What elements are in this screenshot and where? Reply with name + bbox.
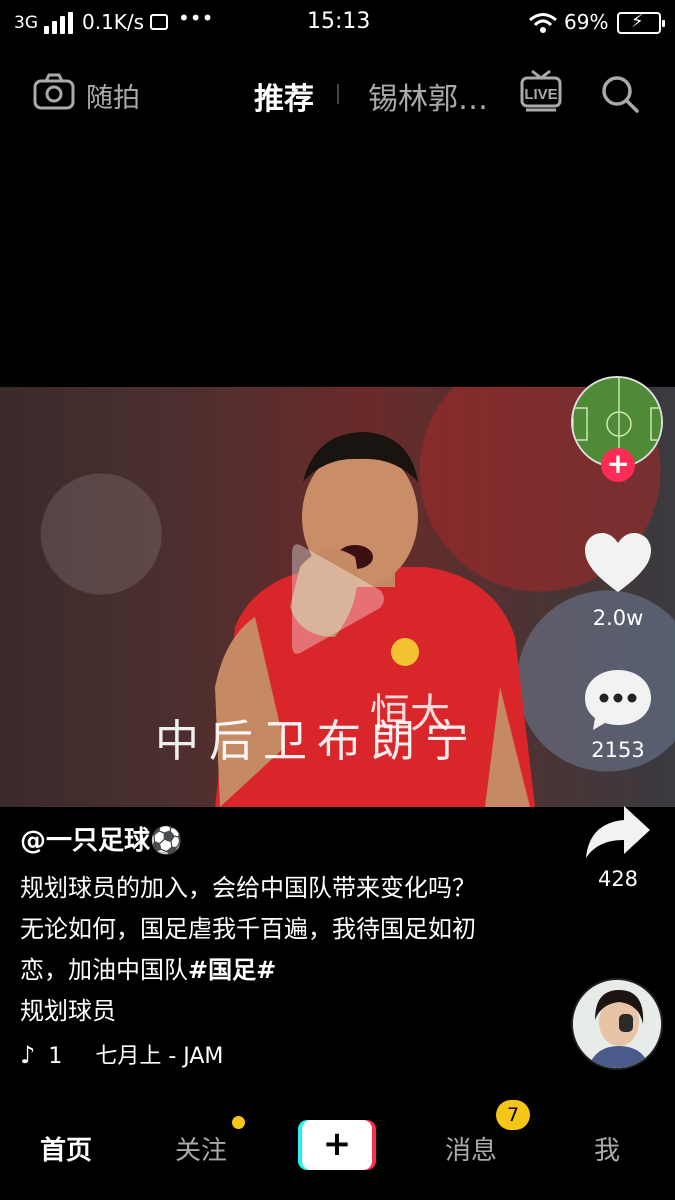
- search-button[interactable]: [600, 74, 640, 118]
- messages-badge: 7: [496, 1100, 530, 1130]
- plus-icon: +: [302, 1120, 372, 1170]
- tab-divider: [337, 84, 339, 104]
- music-row[interactable]: ♪ 1 七月上 - JAM: [20, 1038, 223, 1070]
- tab-location[interactable]: 锡林郭…: [368, 74, 488, 118]
- battery-percent: 69%: [564, 10, 609, 34]
- video-overlay-text: 中后卫布朗宁: [155, 716, 479, 767]
- bottom-nav: 首页 关注 + 消息 7 我: [0, 1100, 675, 1200]
- wifi-icon: [529, 13, 557, 33]
- top-nav: 随拍 推荐 锡林郭… LIVE: [0, 60, 675, 130]
- network-speed: 0.1K/s: [82, 10, 145, 34]
- svg-text:LIVE: LIVE: [524, 86, 557, 103]
- comment-icon[interactable]: [583, 668, 653, 732]
- music-title: 七月上 - JAM: [95, 1044, 224, 1069]
- camera-icon: [33, 73, 75, 110]
- more-status-icon: •••: [178, 6, 214, 30]
- author-handle[interactable]: @一只足球⚽: [20, 820, 182, 857]
- clock: 15:13: [307, 9, 371, 34]
- camera-label[interactable]: 随拍: [86, 76, 140, 115]
- search-icon: [602, 76, 639, 113]
- music-disc[interactable]: [571, 978, 663, 1070]
- tab-home[interactable]: 首页: [40, 1130, 92, 1167]
- share-icon[interactable]: [584, 804, 652, 858]
- caption-tail: 规划球员: [20, 997, 116, 1025]
- post-caption: 规划球员的加入，会给中国队带来变化吗？无论如何，国足虐我千百遍，我待国足如初恋，…: [20, 868, 490, 1032]
- tab-messages[interactable]: 消息: [445, 1130, 497, 1167]
- like-heart-icon[interactable]: [583, 532, 653, 594]
- tab-me[interactable]: 我: [594, 1130, 620, 1167]
- notification-icon: [150, 14, 168, 30]
- music-cover-image: [573, 980, 661, 1068]
- comment-count: 2153: [591, 738, 645, 762]
- follow-plus-button[interactable]: +: [601, 448, 635, 482]
- follow-dot-badge: [232, 1116, 245, 1129]
- camera-button[interactable]: [32, 72, 76, 116]
- tab-follow[interactable]: 关注: [175, 1130, 227, 1167]
- live-icon: LIVE: [520, 69, 562, 112]
- signal-icon: [44, 12, 74, 34]
- music-num: 1: [48, 1044, 63, 1069]
- share-count: 428: [597, 867, 639, 891]
- tab-recommend[interactable]: 推荐: [254, 74, 314, 118]
- create-button[interactable]: +: [298, 1120, 376, 1170]
- like-count: 2.0w: [592, 606, 644, 630]
- status-bar: 3G 0.1K/s ••• 15:13 69% ⚡: [0, 0, 675, 46]
- hashtag-link[interactable]: #国足#: [188, 956, 276, 984]
- battery-icon: ⚡: [617, 11, 665, 34]
- network-type: 3G: [14, 13, 38, 33]
- music-note-icon: ♪: [20, 1041, 36, 1069]
- live-button[interactable]: LIVE: [520, 68, 562, 116]
- play-icon[interactable]: [288, 540, 388, 658]
